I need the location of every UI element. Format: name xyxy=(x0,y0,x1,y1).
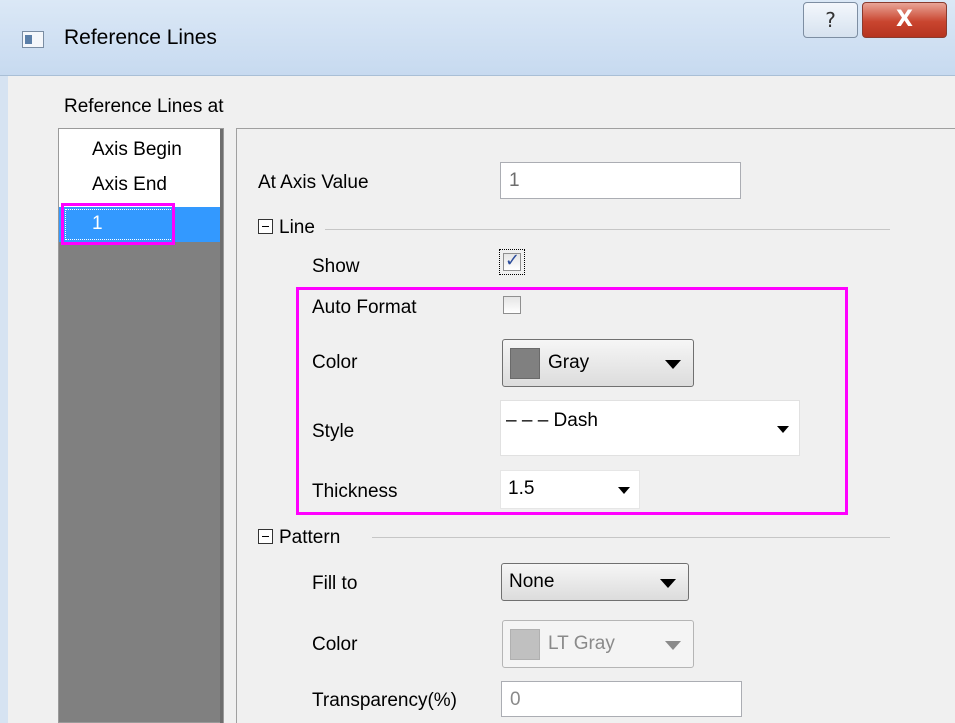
line-group-divider xyxy=(325,229,890,230)
collapse-icon[interactable] xyxy=(258,529,273,544)
show-label: Show xyxy=(312,256,360,277)
reference-lines-list[interactable]: Axis Begin Axis End 1 xyxy=(58,128,224,723)
dropdown-arrow-icon xyxy=(660,579,676,588)
show-checkbox[interactable] xyxy=(503,250,521,271)
thickness-dropdown[interactable]: 1.5 xyxy=(500,470,640,509)
focus-rect xyxy=(65,209,175,240)
reference-lines-at-label: Reference Lines at xyxy=(64,96,224,117)
pattern-color-value: LT Gray xyxy=(548,633,615,654)
pattern-group-divider xyxy=(372,537,890,538)
line-color-label: Color xyxy=(312,352,358,373)
transparency-input[interactable]: 0 xyxy=(501,681,742,717)
reference-lines-dialog: Reference Lines ? X Reference Lines at A… xyxy=(0,0,955,723)
color-swatch xyxy=(510,348,540,379)
style-dropdown[interactable]: – – – Dash xyxy=(500,400,800,456)
style-value: – – – Dash xyxy=(506,410,598,431)
list-item-axis-end[interactable]: Axis End xyxy=(59,168,223,203)
pattern-group-header[interactable]: Pattern xyxy=(258,527,340,549)
auto-format-label: Auto Format xyxy=(312,297,417,318)
thickness-value: 1.5 xyxy=(508,478,535,499)
style-label: Style xyxy=(312,421,355,442)
at-axis-value-input[interactable]: 1 xyxy=(500,162,741,199)
fill-to-dropdown[interactable]: None xyxy=(501,563,689,601)
list-item-1[interactable]: 1 xyxy=(59,207,223,242)
at-axis-value-label: At Axis Value xyxy=(258,172,369,193)
pattern-color-label: Color xyxy=(312,634,358,655)
dropdown-arrow-icon xyxy=(777,426,789,433)
dropdown-arrow-icon xyxy=(665,641,681,650)
dropdown-arrow-icon xyxy=(665,360,681,369)
line-color-value: Gray xyxy=(548,352,590,373)
window-icon xyxy=(22,31,44,48)
fill-to-label: Fill to xyxy=(312,573,358,594)
thickness-label: Thickness xyxy=(312,481,398,502)
transparency-label: Transparency(%) xyxy=(312,690,458,711)
color-swatch xyxy=(510,629,540,660)
line-group-title: Line xyxy=(279,217,315,238)
auto-format-checkbox[interactable] xyxy=(503,296,521,314)
window-title: Reference Lines xyxy=(64,26,217,49)
help-button[interactable]: ? xyxy=(803,2,858,38)
list-item-axis-begin[interactable]: Axis Begin xyxy=(59,133,223,168)
dropdown-arrow-icon xyxy=(618,487,630,494)
pattern-color-dropdown[interactable]: LT Gray xyxy=(502,620,694,668)
line-group-header[interactable]: Line xyxy=(258,217,315,239)
pattern-group-title: Pattern xyxy=(279,527,341,548)
close-button[interactable]: X xyxy=(862,2,947,38)
list-scrollbar[interactable] xyxy=(220,129,223,723)
line-color-dropdown[interactable]: Gray xyxy=(502,339,694,387)
fill-to-value: None xyxy=(509,571,555,592)
title-bar[interactable]: Reference Lines ? X xyxy=(0,0,955,76)
window-edge xyxy=(0,76,8,723)
collapse-icon[interactable] xyxy=(258,219,273,234)
